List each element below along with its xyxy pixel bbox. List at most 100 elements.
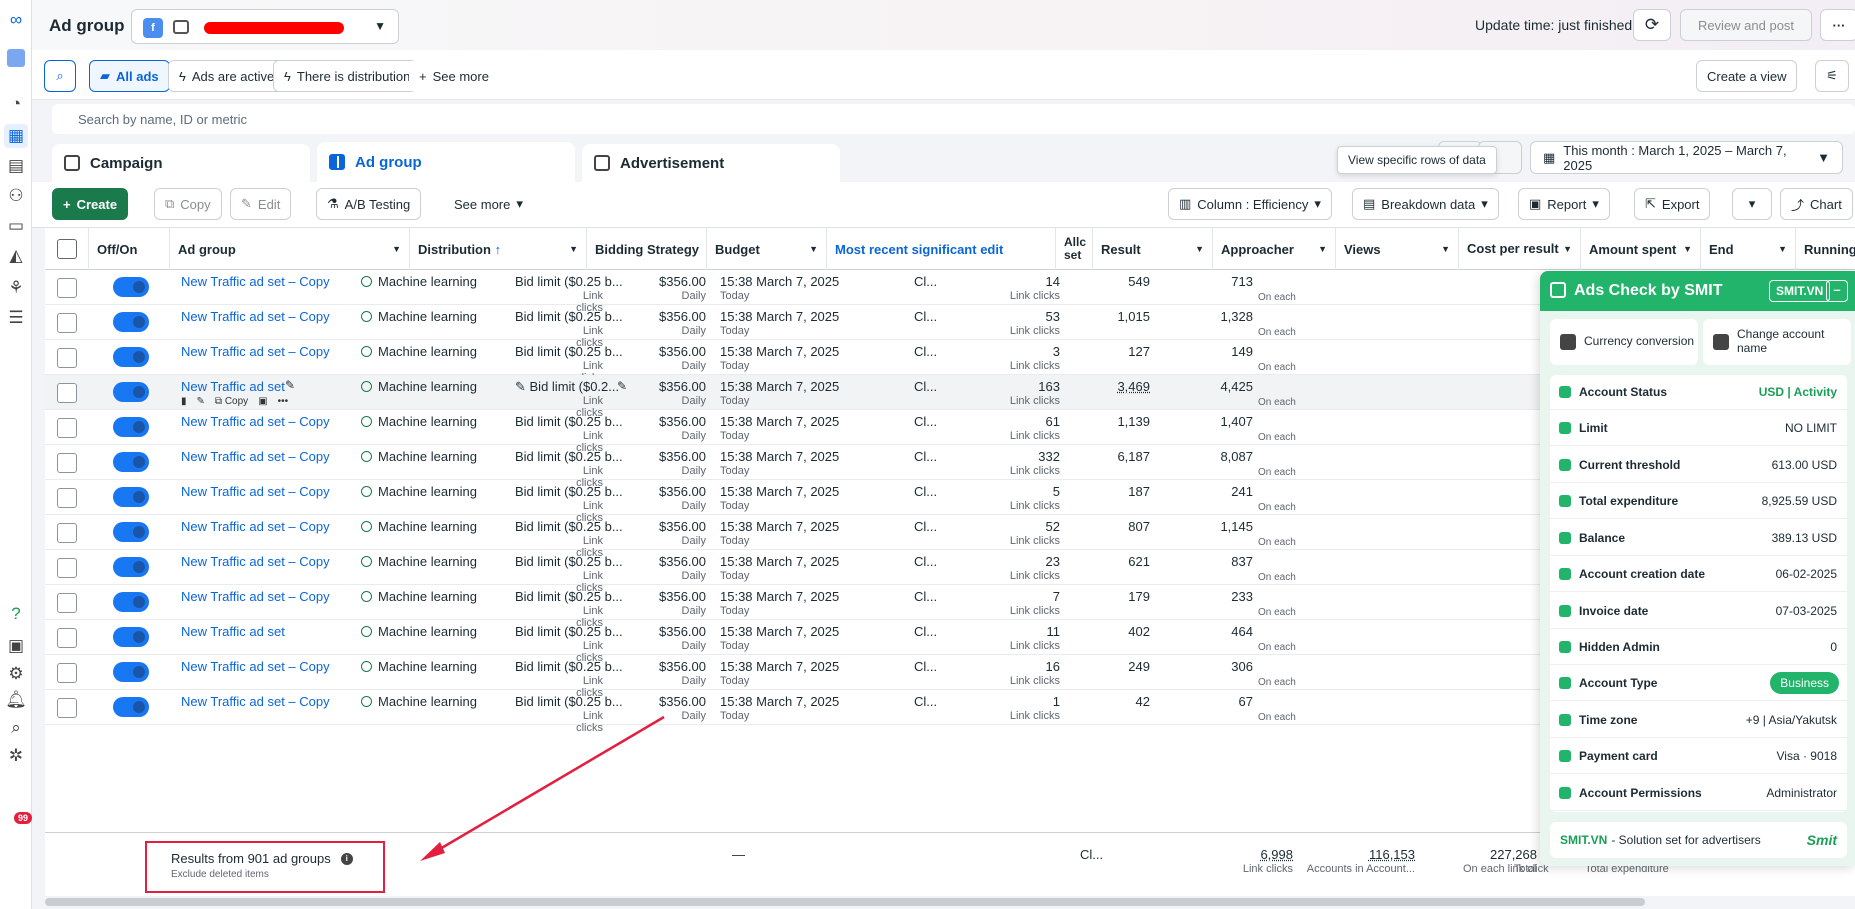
row-toggle[interactable] [113, 312, 149, 332]
audiences-icon[interactable]: ⚇ [4, 184, 28, 208]
row-name-link[interactable]: New Traffic ad set – Copy [181, 659, 330, 674]
report-button[interactable]: ▣ Report ▾ [1518, 188, 1610, 220]
col-views[interactable]: Views ▼ [1336, 228, 1459, 270]
row-toggle[interactable] [113, 452, 149, 472]
pages-icon[interactable]: ▤ [4, 154, 28, 178]
refresh-button[interactable]: ⟳ [1633, 9, 1671, 41]
col-adgroup[interactable]: Ad group ▼ [170, 228, 410, 270]
chart-button[interactable]: ⤴ Chart [1780, 188, 1853, 220]
row-name-link[interactable]: New Traffic ad set [181, 624, 285, 639]
stats-icon[interactable]: ▮ [181, 396, 187, 407]
row-name-link[interactable]: New Traffic ad set – Copy [181, 309, 330, 324]
row-checkbox[interactable] [57, 628, 77, 648]
pencil-icon[interactable]: ✎ [515, 379, 530, 394]
review-and-post-button[interactable]: Review and post [1680, 9, 1812, 41]
edit-icon[interactable]: ✎ [197, 396, 205, 407]
export-button[interactable]: ⇱ Export [1634, 188, 1711, 220]
smit-website-badge[interactable]: SMIT.VN [1769, 280, 1831, 302]
select-all-checkbox[interactable] [57, 239, 77, 259]
currency-conversion-button[interactable]: Currency conversion [1550, 319, 1698, 365]
row-name-link[interactable]: New Traffic ad set [181, 379, 285, 394]
row-more-button[interactable]: ••• [278, 396, 289, 407]
col-cost[interactable]: Cost per result ▼ [1459, 228, 1581, 270]
col-result[interactable]: Result ▼ [1093, 228, 1213, 270]
breakdown-button[interactable]: ▤ Breakdown data ▾ [1352, 188, 1499, 220]
search-input[interactable]: Search by name, ID or metric [52, 104, 1855, 134]
row-name-link[interactable]: New Traffic ad set – Copy [181, 274, 330, 289]
filter-all-ads[interactable]: ▰ All ads [89, 60, 170, 92]
row-checkbox[interactable] [57, 313, 77, 333]
copy-button[interactable]: ⧉ Copy [154, 188, 222, 220]
edit-button[interactable]: ✎ Edit [230, 188, 292, 220]
row-checkbox[interactable] [57, 488, 77, 508]
campaigns-table-icon[interactable]: ▦ [4, 124, 28, 148]
row-checkbox[interactable] [57, 348, 77, 368]
rename-pencil-icon[interactable]: ✎ [285, 378, 295, 392]
filter-distribution[interactable]: ϟ There is distribution [273, 60, 422, 92]
overview-icon[interactable]: ◔ [4, 92, 28, 116]
row-name-link[interactable]: New Traffic ad set – Copy [181, 519, 330, 534]
notifications-icon[interactable]: 🔔︎ [4, 688, 28, 712]
col-running[interactable]: Running [1796, 228, 1855, 270]
row-toggle[interactable] [113, 487, 149, 507]
events-icon[interactable]: ⚘ [4, 276, 28, 300]
image-icon[interactable]: ▣ [258, 396, 267, 407]
row-checkbox[interactable] [57, 523, 77, 543]
smit-footer[interactable]: SMIT.VN - Solution set for advertisers Sm… [1550, 822, 1847, 858]
filter-ads-active[interactable]: ϟ Ads are active [168, 60, 286, 92]
meta-logo-icon[interactable]: ∞ [4, 8, 28, 32]
date-range-picker[interactable]: ▦ This month : March 1, 2025 – March 7, … [1530, 141, 1843, 174]
row-checkbox[interactable] [57, 418, 77, 438]
row-name-link[interactable]: New Traffic ad set – Copy [181, 694, 330, 709]
row-toggle[interactable] [113, 662, 149, 682]
menu-icon[interactable]: ☰ [4, 306, 28, 330]
search-toggle-button[interactable]: ⌕ [44, 60, 76, 92]
info-icon[interactable]: i [340, 852, 353, 865]
row-checkbox[interactable] [57, 558, 77, 578]
col-onoff[interactable]: Off/On [89, 228, 170, 270]
row-name-link[interactable]: New Traffic ad set – Copy [181, 449, 330, 464]
col-distribution[interactable]: Distribution ↑ ▼ [410, 228, 587, 270]
col-approacher[interactable]: Approacher ▼ [1213, 228, 1336, 270]
row-toggle[interactable] [113, 592, 149, 612]
row-name-link[interactable]: New Traffic ad set – Copy [181, 484, 330, 499]
row-checkbox[interactable] [57, 453, 77, 473]
row-toggle[interactable] [113, 277, 149, 297]
smit-minimize-button[interactable]: – [1826, 280, 1848, 302]
col-bidding[interactable]: Bidding Strategy [587, 228, 707, 270]
billing-icon[interactable]: ▭ [4, 214, 28, 238]
col-recent-edit[interactable]: Most recent significant edit [827, 228, 1056, 270]
row-checkbox[interactable] [57, 698, 77, 718]
row-name-link[interactable]: New Traffic ad set – Copy [181, 589, 330, 604]
create-button[interactable]: + Create [52, 188, 129, 220]
help-icon[interactable]: ? [4, 602, 28, 626]
account-selector[interactable]: f ▼ [131, 9, 399, 44]
row-toggle[interactable] [113, 347, 149, 367]
row-toggle[interactable] [113, 382, 149, 402]
row-toggle[interactable] [113, 522, 149, 542]
ab-testing-button[interactable]: ⚗ A/B Testing [316, 188, 422, 220]
change-account-name-button[interactable]: Change account name [1703, 319, 1851, 365]
filter-see-more[interactable]: + See more [409, 60, 499, 92]
tab-advertisement[interactable]: Advertisement [582, 144, 840, 182]
col-budget[interactable]: Budget ▼ [707, 228, 827, 270]
row-name-link[interactable]: New Traffic ad set – Copy [181, 414, 330, 429]
row-checkbox[interactable] [57, 663, 77, 683]
horizontal-scrollbar[interactable] [45, 898, 1645, 906]
ads-icon[interactable]: ◭ [4, 244, 28, 268]
column-selector[interactable]: ▥ Column : Efficiency ▾ [1168, 188, 1332, 220]
row-name-link[interactable]: New Traffic ad set – Copy [181, 554, 330, 569]
export-dropdown[interactable]: ▾ [1732, 188, 1772, 220]
row-checkbox[interactable] [57, 593, 77, 613]
row-name-link[interactable]: New Traffic ad set – Copy [181, 344, 330, 359]
bug-icon[interactable]: ✲ [4, 744, 28, 768]
report-icon[interactable]: ▣ [4, 634, 28, 658]
search-icon[interactable]: ⌕ [4, 716, 28, 740]
row-checkbox[interactable] [57, 278, 77, 298]
row-toggle[interactable] [113, 417, 149, 437]
settings-icon[interactable]: ⚙ [4, 662, 28, 686]
row-toggle[interactable] [113, 627, 149, 647]
row-checkbox[interactable] [57, 383, 77, 403]
col-spent[interactable]: Amount spent ▼ [1581, 228, 1701, 270]
row-toggle[interactable] [113, 557, 149, 577]
